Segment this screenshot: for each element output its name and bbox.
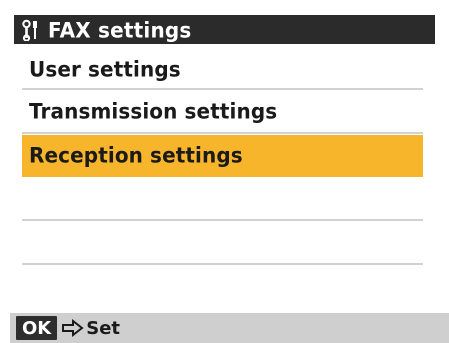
menu-item-label: Transmission settings [29, 98, 278, 124]
arrow-right-icon [62, 318, 84, 338]
menu-item-label: User settings [29, 56, 181, 82]
menu-item-reception-settings[interactable]: Reception settings [22, 135, 423, 177]
title-bar: FAX settings [14, 15, 435, 44]
menu-item-empty [22, 177, 423, 221]
settings-menu: User settings Transmission settings Rece… [22, 50, 423, 265]
page-title: FAX settings [48, 16, 192, 43]
menu-item-label: Reception settings [29, 142, 243, 168]
menu-item-empty [22, 221, 423, 265]
menu-item-user-settings[interactable]: User settings [22, 50, 423, 90]
footer-bar: OK Set [10, 313, 449, 343]
footer-action-label: Set [86, 317, 121, 339]
menu-item-transmission-settings[interactable]: Transmission settings [22, 90, 423, 134]
ok-key[interactable]: OK [16, 316, 58, 340]
tools-icon [22, 19, 40, 42]
